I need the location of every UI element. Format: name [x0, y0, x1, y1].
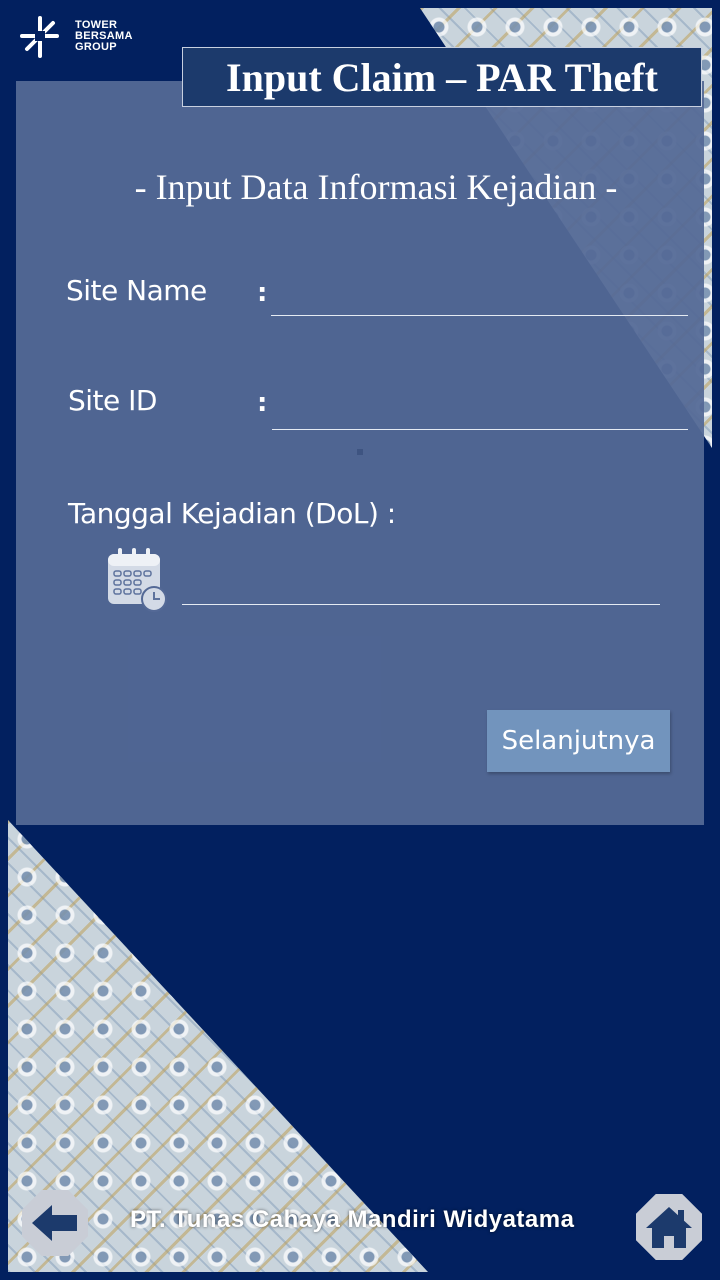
back-arrow-icon: [32, 1205, 77, 1241]
calendar-clock-icon[interactable]: [106, 546, 170, 614]
company-footer: PT. Tunas Cahaya Mandiri Widyatama: [130, 1206, 575, 1233]
logo-burst-icon: [20, 16, 59, 58]
site-name-colon: :: [257, 278, 268, 308]
next-button[interactable]: Selanjutnya: [487, 710, 670, 772]
logo-text: TOWER BERSAMA GROUP: [75, 19, 133, 53]
date-of-loss-input[interactable]: [182, 565, 660, 605]
site-id-colon: :: [257, 388, 268, 418]
site-name-input[interactable]: [271, 276, 688, 316]
site-id-label: Site ID: [68, 384, 157, 417]
home-button[interactable]: [636, 1194, 702, 1260]
home-icon: [646, 1207, 692, 1248]
form-subtitle: - Input Data Informasi Kejadian -: [134, 167, 618, 207]
page-title-box: Input Claim – PAR Theft: [182, 47, 702, 107]
company-logo: TOWER BERSAMA GROUP: [18, 14, 148, 68]
divider-dot: [357, 449, 363, 455]
date-of-loss-label: Tanggal Kejadian (DoL) :: [68, 497, 396, 530]
page-title: Input Claim – PAR Theft: [226, 54, 658, 100]
site-name-label: Site Name: [66, 274, 207, 307]
back-button[interactable]: [22, 1190, 88, 1256]
site-id-input[interactable]: [272, 390, 688, 430]
